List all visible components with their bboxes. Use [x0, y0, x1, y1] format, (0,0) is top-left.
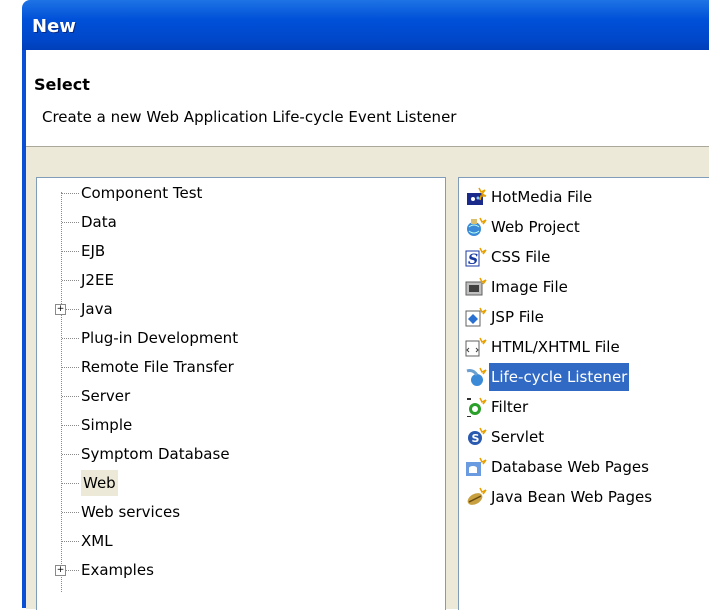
wizard-body: Component Test Data EJB J2EE + Java Plug…	[26, 146, 709, 610]
tree-item-label: EJB	[81, 242, 106, 260]
expand-icon[interactable]: +	[55, 304, 66, 315]
tree-item-label: Examples	[81, 561, 154, 579]
title-bar[interactable]: New	[22, 0, 709, 50]
tree-item-label: Plug-in Development	[81, 329, 239, 347]
tree-item-plug-in-development[interactable]: Plug-in Development	[37, 325, 445, 351]
html-file-icon	[465, 337, 487, 357]
list-item-css-file[interactable]: S CSS File	[459, 243, 709, 271]
wizard-header: Select Create a new Web Application Life…	[26, 50, 709, 146]
list-item-label: Java Bean Web Pages	[491, 488, 653, 506]
list-item-label: CSS File	[491, 248, 551, 266]
database-web-pages-icon	[466, 457, 487, 476]
tree-item-j2ee[interactable]: J2EE	[37, 267, 445, 293]
tree-item-ejb[interactable]: EJB	[37, 238, 445, 264]
tree-branch	[62, 396, 79, 397]
tree-branch	[62, 541, 79, 542]
tree-branch	[62, 512, 79, 513]
tree-item-java[interactable]: + Java	[37, 296, 445, 322]
tree-item-label: XML	[81, 532, 113, 550]
list-item-servlet[interactable]: S Servlet	[459, 423, 709, 451]
image-file-icon	[465, 277, 487, 296]
tree-item-label: Java	[81, 300, 113, 318]
servlet-icon: S	[468, 427, 487, 445]
category-tree[interactable]: Component Test Data EJB J2EE + Java Plug…	[36, 177, 446, 610]
list-item-html-file[interactable]: HTML/XHTML File	[459, 333, 709, 361]
window-edge	[0, 0, 22, 608]
list-item-hotmedia-file[interactable]: HotMedia File	[459, 183, 709, 211]
tree-branch	[62, 454, 79, 455]
tree-item-web-services[interactable]: Web services	[37, 499, 445, 525]
tree-item-simple[interactable]: Simple	[37, 412, 445, 438]
tree-item-examples[interactable]: + Examples	[37, 557, 445, 583]
wizard-list[interactable]: HotMedia File Web Project S CSS File Ima…	[458, 177, 709, 610]
css-file-icon: S	[465, 247, 487, 267]
tree-branch	[62, 193, 79, 194]
expand-icon[interactable]: +	[55, 565, 66, 576]
tree-item-symptom-database[interactable]: Symptom Database	[37, 441, 445, 467]
tree-item-remote-file-transfer[interactable]: Remote File Transfer	[37, 354, 445, 380]
tree-branch	[62, 367, 79, 368]
filter-icon	[467, 397, 487, 417]
list-item-label: Life-cycle Listener	[489, 363, 630, 391]
jsp-file-icon	[465, 307, 487, 327]
tree-item-label: Web	[81, 470, 118, 496]
hotmedia-file-icon	[467, 187, 487, 205]
web-project-icon	[467, 217, 487, 236]
tree-item-label: Data	[81, 213, 117, 231]
list-item-database-web-pages[interactable]: Database Web Pages	[459, 453, 709, 481]
tree-item-label: Symptom Database	[81, 445, 230, 463]
list-item-label: Servlet	[491, 428, 545, 446]
tree-item-web[interactable]: Web	[37, 470, 445, 496]
tree-branch	[62, 280, 79, 281]
list-item-web-project[interactable]: Web Project	[459, 213, 709, 241]
java-bean-web-pages-icon	[467, 487, 487, 505]
tree-item-component-test[interactable]: Component Test	[37, 180, 445, 206]
page-title: Select	[34, 75, 90, 94]
tree-branch	[62, 251, 79, 252]
tree-item-label: Component Test	[81, 184, 203, 202]
tree-item-xml[interactable]: XML	[37, 528, 445, 554]
list-item-label: HotMedia File	[491, 188, 593, 206]
lifecycle-listener-icon	[466, 367, 487, 386]
list-item-lifecycle-listener[interactable]: Life-cycle Listener	[459, 363, 709, 391]
tree-item-label: Simple	[81, 416, 133, 434]
page-description: Create a new Web Application Life-cycle …	[42, 108, 457, 126]
list-item-label: Web Project	[491, 218, 580, 236]
list-item-java-bean-web-pages[interactable]: Java Bean Web Pages	[459, 483, 709, 511]
list-item-label: HTML/XHTML File	[491, 338, 620, 356]
tree-item-label: Web services	[81, 503, 181, 521]
tree-item-label: Server	[81, 387, 131, 405]
svg-text:S: S	[468, 252, 478, 267]
list-item-jsp-file[interactable]: JSP File	[459, 303, 709, 331]
list-item-label: Database Web Pages	[491, 458, 649, 476]
tree-branch	[62, 425, 79, 426]
list-item-label: JSP File	[491, 308, 544, 326]
tree-item-server[interactable]: Server	[37, 383, 445, 409]
tree-branch	[62, 483, 79, 484]
list-item-label: Filter	[491, 398, 529, 416]
tree-item-label: J2EE	[81, 271, 114, 289]
window-title: New	[32, 16, 76, 37]
tree-item-label: Remote File Transfer	[81, 358, 234, 376]
list-item-label: Image File	[491, 278, 568, 296]
list-item-filter[interactable]: Filter	[459, 393, 709, 421]
tree-branch	[62, 222, 79, 223]
svg-text:S: S	[472, 432, 480, 445]
list-item-image-file[interactable]: Image File	[459, 273, 709, 301]
tree-branch	[62, 338, 79, 339]
tree-item-data[interactable]: Data	[37, 209, 445, 235]
